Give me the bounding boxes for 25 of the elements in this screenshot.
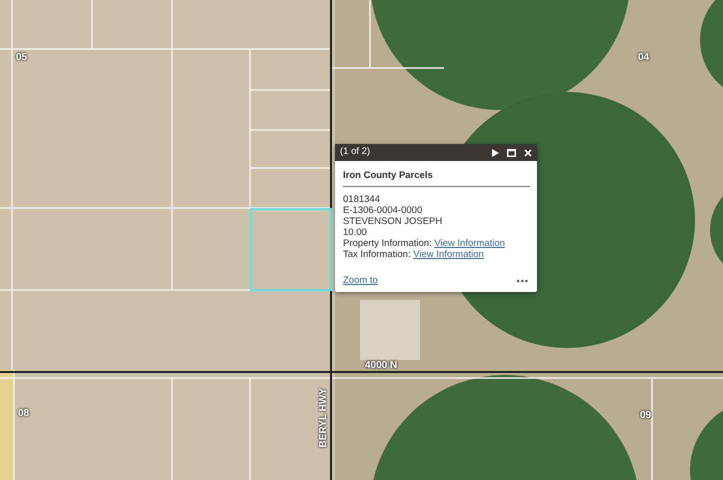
section-number-label: 08 bbox=[18, 409, 30, 419]
layer-title: Iron County Parcels bbox=[343, 169, 530, 188]
next-button[interactable] bbox=[492, 148, 499, 156]
attribute-value: 10.00 bbox=[343, 227, 368, 238]
more-menu-button[interactable]: ••• bbox=[516, 274, 529, 288]
attribute-value: 0181344 bbox=[343, 194, 381, 206]
view-information-link[interactable]: View Information bbox=[434, 238, 505, 250]
section-number-label: 09 bbox=[640, 411, 652, 421]
farm-building bbox=[360, 300, 420, 360]
close-button[interactable] bbox=[524, 148, 532, 156]
feature-counter: (1 of 2) bbox=[340, 145, 370, 160]
play-icon bbox=[492, 148, 499, 156]
attribute-value: STEVENSON JOSEPH bbox=[343, 216, 444, 228]
attribute-label: Property Information: bbox=[343, 238, 433, 250]
section-number-label: 04 bbox=[638, 53, 650, 63]
attribute-label: Tax Information: bbox=[343, 249, 412, 260]
zoom-to-link[interactable]: Zoom to bbox=[343, 274, 378, 288]
attribute-value: E-1306-0004-0000 bbox=[343, 205, 424, 216]
view-information-link[interactable]: View Information bbox=[413, 249, 484, 260]
maximize-button[interactable] bbox=[507, 148, 516, 156]
maximize-icon bbox=[507, 148, 516, 156]
section-number-label: 05 bbox=[16, 53, 28, 63]
road-label: BERYL HWY bbox=[319, 388, 329, 448]
close-icon bbox=[524, 148, 532, 156]
road-label: 4000 N bbox=[365, 361, 398, 371]
